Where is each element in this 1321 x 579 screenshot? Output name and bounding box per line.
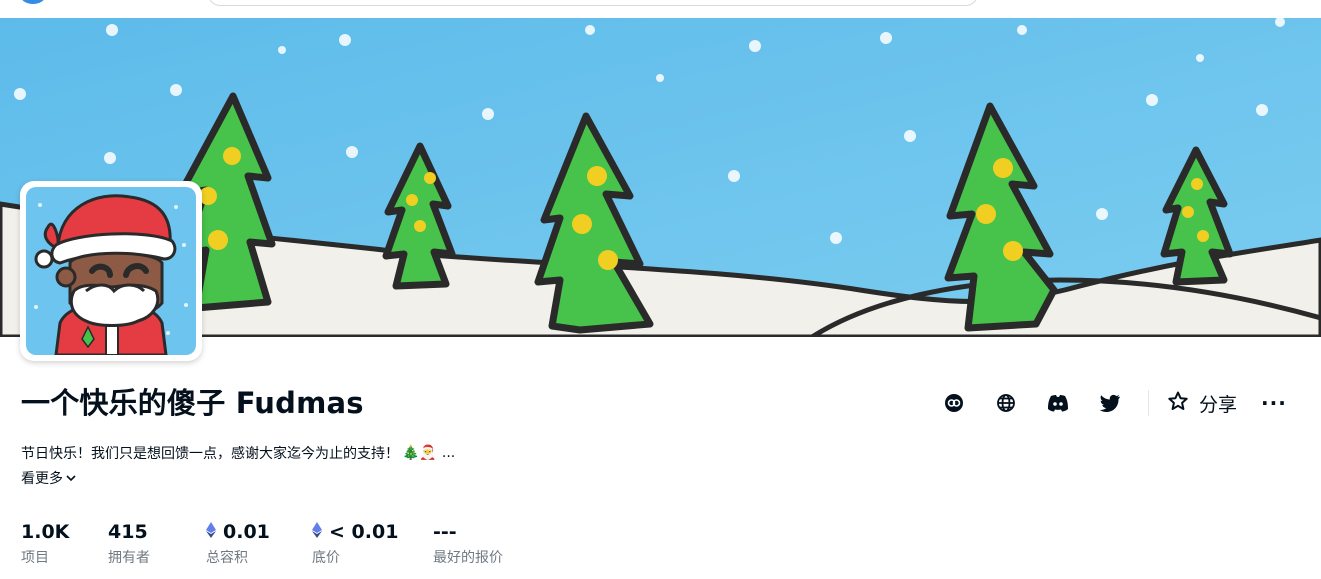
- search-input[interactable]: [208, 0, 978, 6]
- collection-avatar: [20, 181, 202, 361]
- description-ellipsis: ...: [441, 445, 456, 461]
- stat-best-offer-label: 最好的报价: [433, 550, 503, 566]
- stat-total-volume-value: 0.01: [223, 521, 270, 543]
- stat-floor-price-row: < 0.01: [312, 521, 398, 543]
- discord-icon[interactable]: [1042, 387, 1074, 419]
- stat-items-value: 1.0K: [21, 521, 70, 543]
- ethereum-icon: [312, 521, 322, 543]
- stat-floor-price-value: < 0.01: [329, 521, 399, 543]
- stat-items: 1.0K 项目: [21, 521, 69, 567]
- star-icon[interactable]: [1167, 390, 1189, 416]
- stat-owners-label: 拥有者: [108, 550, 150, 566]
- stat-best-offer-value: ---: [433, 521, 457, 543]
- site-logo-icon[interactable]: [18, 0, 48, 4]
- stat-owners-value: 415: [108, 521, 148, 543]
- stat-total-volume-label: 总容积: [206, 550, 248, 566]
- top-navigation-bar: [0, 0, 1321, 18]
- twitter-icon[interactable]: [1094, 387, 1126, 419]
- description-text: 节日快乐！我们只是想回馈一点，感谢大家迄今为止的支持！: [21, 446, 399, 462]
- stat-owners: 415 拥有者: [108, 521, 150, 567]
- actions-divider: [1148, 390, 1149, 416]
- tree-santa-emoji: 🎄🎅: [402, 445, 437, 461]
- see-more-label[interactable]: 看更多: [21, 468, 63, 488]
- stat-floor-price-label: 底价: [312, 550, 340, 566]
- globe-icon[interactable]: [990, 387, 1022, 419]
- chevron-down-icon[interactable]: [66, 470, 76, 486]
- collection-actions: 分享 ···: [938, 384, 1287, 422]
- stat-total-volume: 0.01 总容积: [206, 521, 270, 567]
- collection-title: 一个快乐的傻子 Fudmas: [21, 386, 364, 420]
- stat-items-label: 项目: [21, 550, 49, 566]
- santa-avatar-image: [26, 187, 196, 355]
- stat-floor-price: < 0.01 底价: [312, 521, 398, 567]
- share-button[interactable]: 分享: [1167, 390, 1237, 417]
- stat-best-offer: --- 最好的报价: [433, 521, 503, 567]
- ethereum-icon: [206, 521, 216, 543]
- collection-description: 节日快乐！我们只是想回馈一点，感谢大家迄今为止的支持！ 🎄🎅 ...: [21, 443, 455, 463]
- stat-total-volume-row: 0.01: [206, 521, 270, 543]
- see-more-button[interactable]: 看更多: [21, 468, 76, 488]
- more-icon[interactable]: ···: [1261, 391, 1287, 415]
- opensea-link-icon[interactable]: [938, 387, 970, 419]
- share-label[interactable]: 分享: [1199, 390, 1237, 417]
